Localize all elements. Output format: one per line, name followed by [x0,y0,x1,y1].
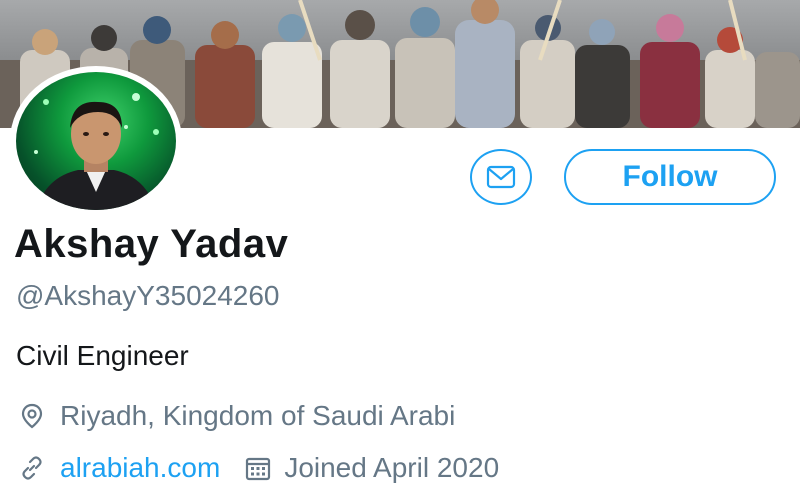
avatar[interactable] [10,66,182,216]
message-button[interactable] [470,149,532,205]
calendar-icon [244,454,272,482]
profile-location: Riyadh, Kingdom of Saudi Arabi [18,400,455,432]
profile-bio: Civil Engineer [16,340,189,371]
avatar-portrait [34,93,159,210]
location-pin-icon [18,402,46,430]
profile-meta: alrabiah.com Joined April 2020 [18,452,499,484]
joined-date: Joined April 2020 [284,452,500,483]
follow-button[interactable]: Follow [564,149,776,205]
profile-page: Follow Akshay Yadav @AkshayY35024260 Civ… [0,0,800,500]
profile-name: Akshay Yadav [14,222,289,266]
location-text: Riyadh, Kingdom of Saudi Arabi [60,400,456,431]
link-icon [18,454,46,482]
follow-button-label: Follow [622,160,718,193]
mail-icon [486,165,516,189]
website-link[interactable]: alrabiah.com [60,452,220,484]
avatar-image [16,72,176,210]
profile-handle: @AkshayY35024260 [16,280,280,311]
